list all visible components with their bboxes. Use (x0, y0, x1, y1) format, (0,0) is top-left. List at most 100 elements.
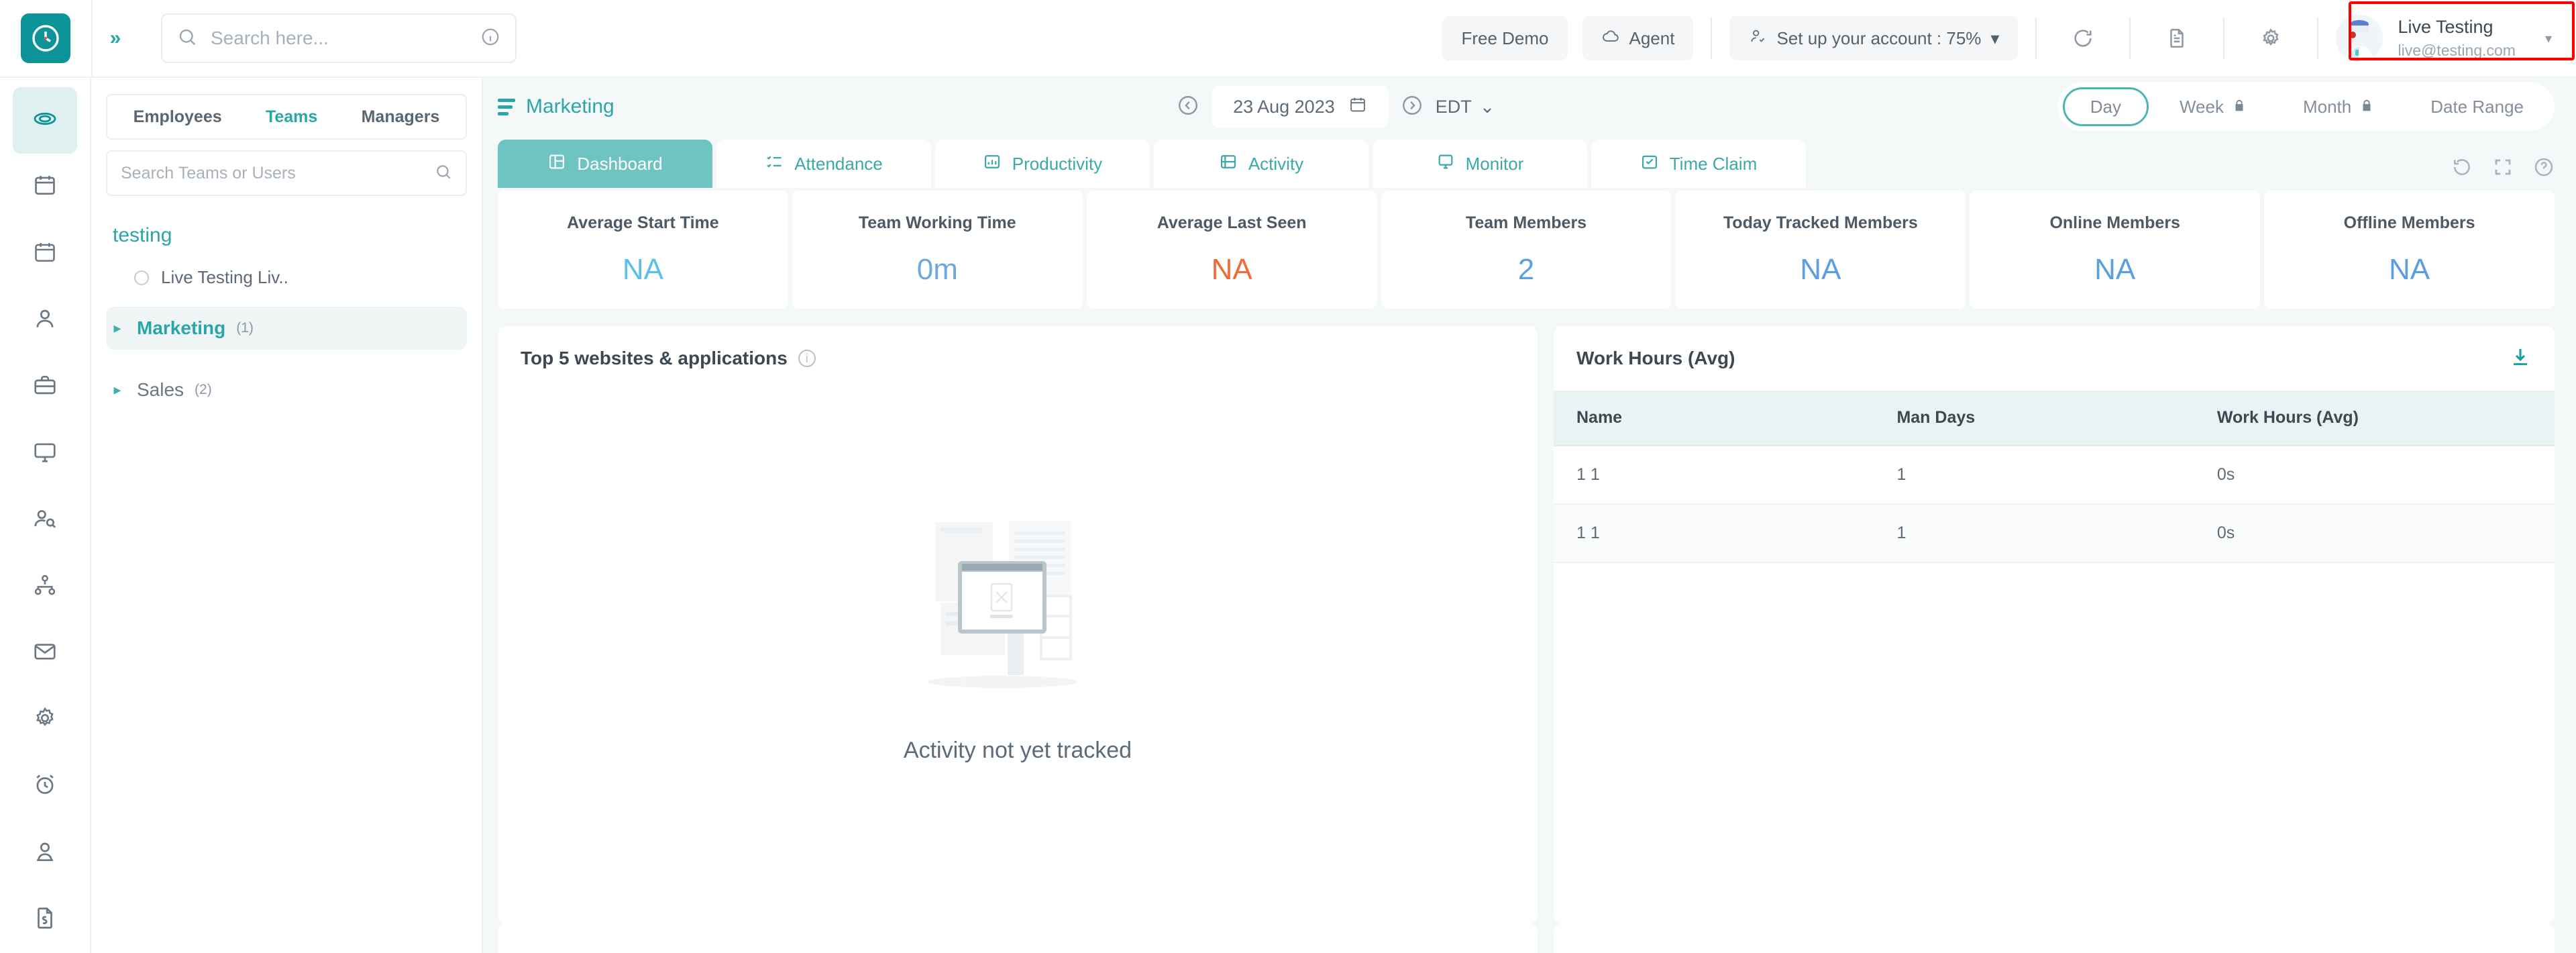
tab-employees[interactable]: Employees (133, 107, 222, 127)
attendance-icon (765, 152, 784, 176)
chevron-double-right-icon[interactable]: » (95, 14, 133, 62)
status-dot-icon (134, 270, 149, 285)
empty-state: Activity not yet tracked (498, 391, 1538, 923)
sidebar-item-mail[interactable] (13, 620, 77, 687)
alarm-clock-icon (32, 772, 58, 801)
range-month[interactable]: Month (2277, 87, 2400, 126)
column-name[interactable]: Name (1554, 391, 1874, 446)
tree-team-label: Sales (137, 379, 184, 400)
tree-user-label: Live Testing Liv.. (161, 267, 288, 287)
range-label: Month (2302, 96, 2352, 117)
calendar-icon[interactable] (1348, 95, 1367, 119)
user-menu-chevron-down-icon[interactable]: ▾ (2545, 30, 2552, 47)
sidebar-item-timesheet[interactable] (13, 220, 77, 287)
help-icon[interactable] (2533, 156, 2555, 181)
productivity-icon (983, 152, 1002, 176)
sidebar-item-org-chart[interactable] (13, 554, 77, 620)
clock-icon (21, 13, 70, 63)
tab-attendance[interactable]: Attendance (716, 140, 931, 188)
refresh-icon[interactable] (2451, 156, 2473, 181)
free-demo-button[interactable]: Free Demo (1442, 16, 1568, 60)
gear-icon[interactable] (2242, 0, 2300, 77)
app-logo[interactable] (0, 13, 91, 63)
range-day[interactable]: Day (2062, 87, 2149, 126)
panel-header: Work Hours (Avg) (1554, 326, 2555, 391)
table-row[interactable]: 1 1 1 0s (1554, 504, 2555, 563)
sidebar-item-dashboard[interactable] (13, 87, 77, 154)
cloud-icon (1601, 27, 1620, 50)
global-search[interactable] (161, 13, 517, 63)
expand-arrow-icon[interactable]: ▸ (109, 319, 126, 337)
agent-button[interactable]: Agent (1582, 16, 1694, 60)
refresh-icon[interactable] (2054, 0, 2112, 77)
download-icon[interactable] (2509, 346, 2532, 372)
divider (2129, 17, 2131, 59)
tree-root-label[interactable]: testing (106, 224, 467, 247)
sidebar-item-profile[interactable] (13, 820, 77, 887)
context-title[interactable]: Marketing (498, 95, 614, 118)
column-work-hours[interactable]: Work Hours (Avg) (2194, 391, 2555, 446)
sidebar-item-alarm[interactable] (13, 753, 77, 819)
sidebar-item-people[interactable] (13, 287, 77, 354)
dashboard-tab-icon (547, 152, 566, 176)
user-menu[interactable]: Live Testing live@testing.com (2398, 17, 2515, 60)
divider (2035, 17, 2037, 59)
tab-time-claim[interactable]: Time Claim (1591, 140, 1806, 188)
tree-item-user[interactable]: Live Testing Liv.. (106, 267, 467, 288)
info-icon[interactable]: i (798, 350, 816, 367)
search-input[interactable] (211, 28, 467, 49)
teams-search-input[interactable] (121, 163, 435, 183)
sidebar-item-monitor[interactable] (13, 420, 77, 487)
tab-dashboard[interactable]: Dashboard (498, 140, 712, 188)
tree-item-marketing[interactable]: ▸ Marketing (1) (106, 307, 467, 350)
top-bar: » Free Demo (0, 0, 2576, 78)
info-icon[interactable] (480, 27, 500, 50)
sidebar-item-settings[interactable] (13, 687, 77, 753)
setup-account-button[interactable]: Set up your account : 75% ▾ (1729, 16, 2019, 60)
tab-activity[interactable]: Activity (1154, 140, 1368, 188)
main-header: Marketing 23 Aug 2023 EDT ⌄ Day Week Mon… (483, 78, 2576, 136)
table-row[interactable]: 1 1 1 0s (1554, 446, 2555, 505)
divider (2317, 17, 2319, 59)
chevron-right-circle-icon[interactable] (1401, 94, 1424, 120)
sidebar-item-reports[interactable] (13, 887, 77, 953)
tab-managers[interactable]: Managers (362, 107, 440, 127)
range-date-range[interactable]: Date Range (2405, 87, 2549, 126)
hamburger-icon[interactable] (498, 98, 515, 115)
range-label: Day (2090, 96, 2121, 117)
setup-account-label: Set up your account : 75% (1776, 28, 1982, 48)
sidebar-item-calendar[interactable] (13, 154, 77, 220)
cell-man-days: 1 (1874, 446, 2194, 505)
column-man-days[interactable]: Man Days (1874, 391, 2194, 446)
document-icon[interactable] (2148, 0, 2206, 77)
avatar[interactable] (2336, 15, 2383, 62)
kpi-label: Online Members (2049, 213, 2180, 232)
tab-teams[interactable]: Teams (266, 107, 317, 127)
kpi-average-start-time: Average Start Time NA (498, 191, 788, 309)
teams-search[interactable] (106, 150, 467, 196)
person-icon (32, 306, 58, 335)
tab-productivity[interactable]: Productivity (935, 140, 1150, 188)
tab-label: Productivity (1012, 153, 1103, 174)
expand-arrow-icon[interactable]: ▸ (109, 381, 126, 399)
kpi-label: Offline Members (2343, 213, 2475, 232)
range-week[interactable]: Week (2154, 87, 2272, 126)
main-content: Marketing 23 Aug 2023 EDT ⌄ Day Week Mon… (483, 78, 2576, 953)
cell-name: 1 1 (1554, 504, 1874, 563)
tree-item-sales[interactable]: ▸ Sales (2) (106, 368, 467, 411)
search-icon (177, 27, 197, 50)
range-label: Date Range (2430, 96, 2524, 117)
chevron-left-circle-icon[interactable] (1177, 94, 1199, 120)
timezone-select[interactable]: EDT ⌄ (1436, 97, 1495, 117)
kpi-label: Team Members (1465, 213, 1587, 232)
sidebar-item-team-search[interactable] (13, 487, 77, 553)
file-icon (32, 905, 58, 934)
fullscreen-icon[interactable] (2493, 157, 2513, 181)
tab-monitor[interactable]: Monitor (1373, 140, 1587, 188)
panels-row: Top 5 websites & applications i Activity… (483, 309, 2576, 923)
cell-work-hours: 0s (2194, 446, 2555, 505)
calendar-grid-icon (32, 240, 58, 268)
date-picker[interactable]: 23 Aug 2023 (1212, 86, 1389, 128)
kpi-value: NA (2094, 252, 2136, 286)
sidebar-item-projects[interactable] (13, 354, 77, 420)
